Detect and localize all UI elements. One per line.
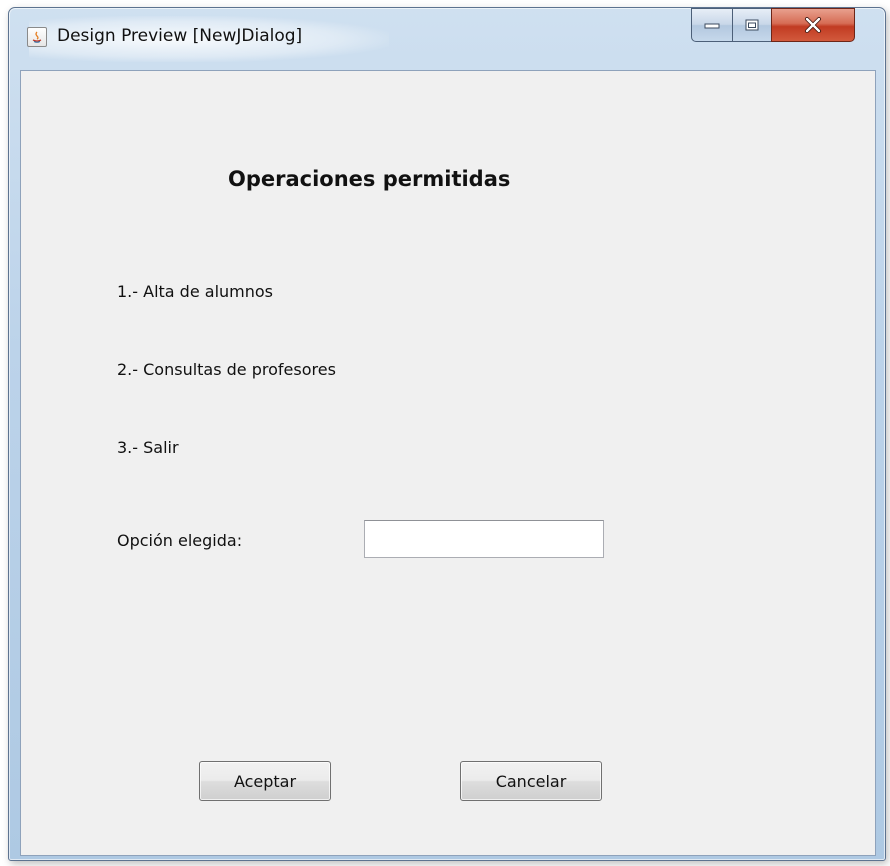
- option-item-alta-alumnos: 1.- Alta de alumnos: [117, 282, 274, 301]
- minimize-icon: [704, 23, 720, 29]
- close-icon: [805, 17, 821, 33]
- minimize-button[interactable]: [691, 8, 733, 42]
- cancel-button[interactable]: Cancelar: [460, 761, 602, 801]
- option-input[interactable]: [364, 520, 604, 558]
- close-button[interactable]: [771, 8, 855, 42]
- maximize-icon: [745, 19, 759, 31]
- option-field-label: Opción elegida:: [117, 531, 243, 550]
- title-bar[interactable]: Design Preview [NewJDialog]: [9, 8, 885, 70]
- dialog-window: Design Preview [NewJDialog] Operaciones …: [8, 7, 886, 861]
- page-title: Operaciones permitidas: [228, 167, 511, 191]
- window-title: Design Preview [NewJDialog]: [57, 26, 303, 46]
- java-app-icon[interactable]: [27, 27, 47, 47]
- accept-button[interactable]: Aceptar: [199, 761, 331, 801]
- option-item-consultas-profesores: 2.- Consultas de profesores: [117, 360, 336, 379]
- dialog-content: Operaciones permitidas 1.- Alta de alumn…: [20, 70, 876, 856]
- maximize-button[interactable]: [732, 8, 772, 42]
- option-item-salir: 3.- Salir: [117, 438, 179, 457]
